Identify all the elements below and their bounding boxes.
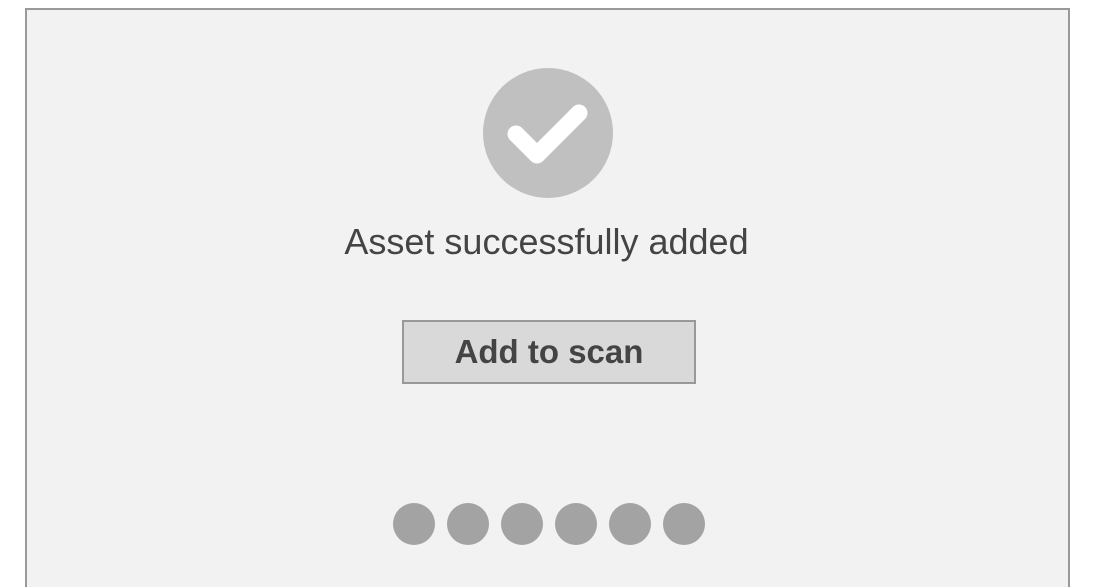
page-dot[interactable] [663,503,705,545]
page-dot[interactable] [393,503,435,545]
page-dot[interactable] [609,503,651,545]
page-dot[interactable] [555,503,597,545]
checkmark-icon [507,104,588,164]
page-indicator [393,503,705,545]
add-to-scan-button[interactable]: Add to scan [402,320,696,384]
page-dot[interactable] [447,503,489,545]
checkmark-circle-icon [483,68,613,198]
success-message: Asset successfully added [344,221,749,262]
page-dot[interactable] [501,503,543,545]
